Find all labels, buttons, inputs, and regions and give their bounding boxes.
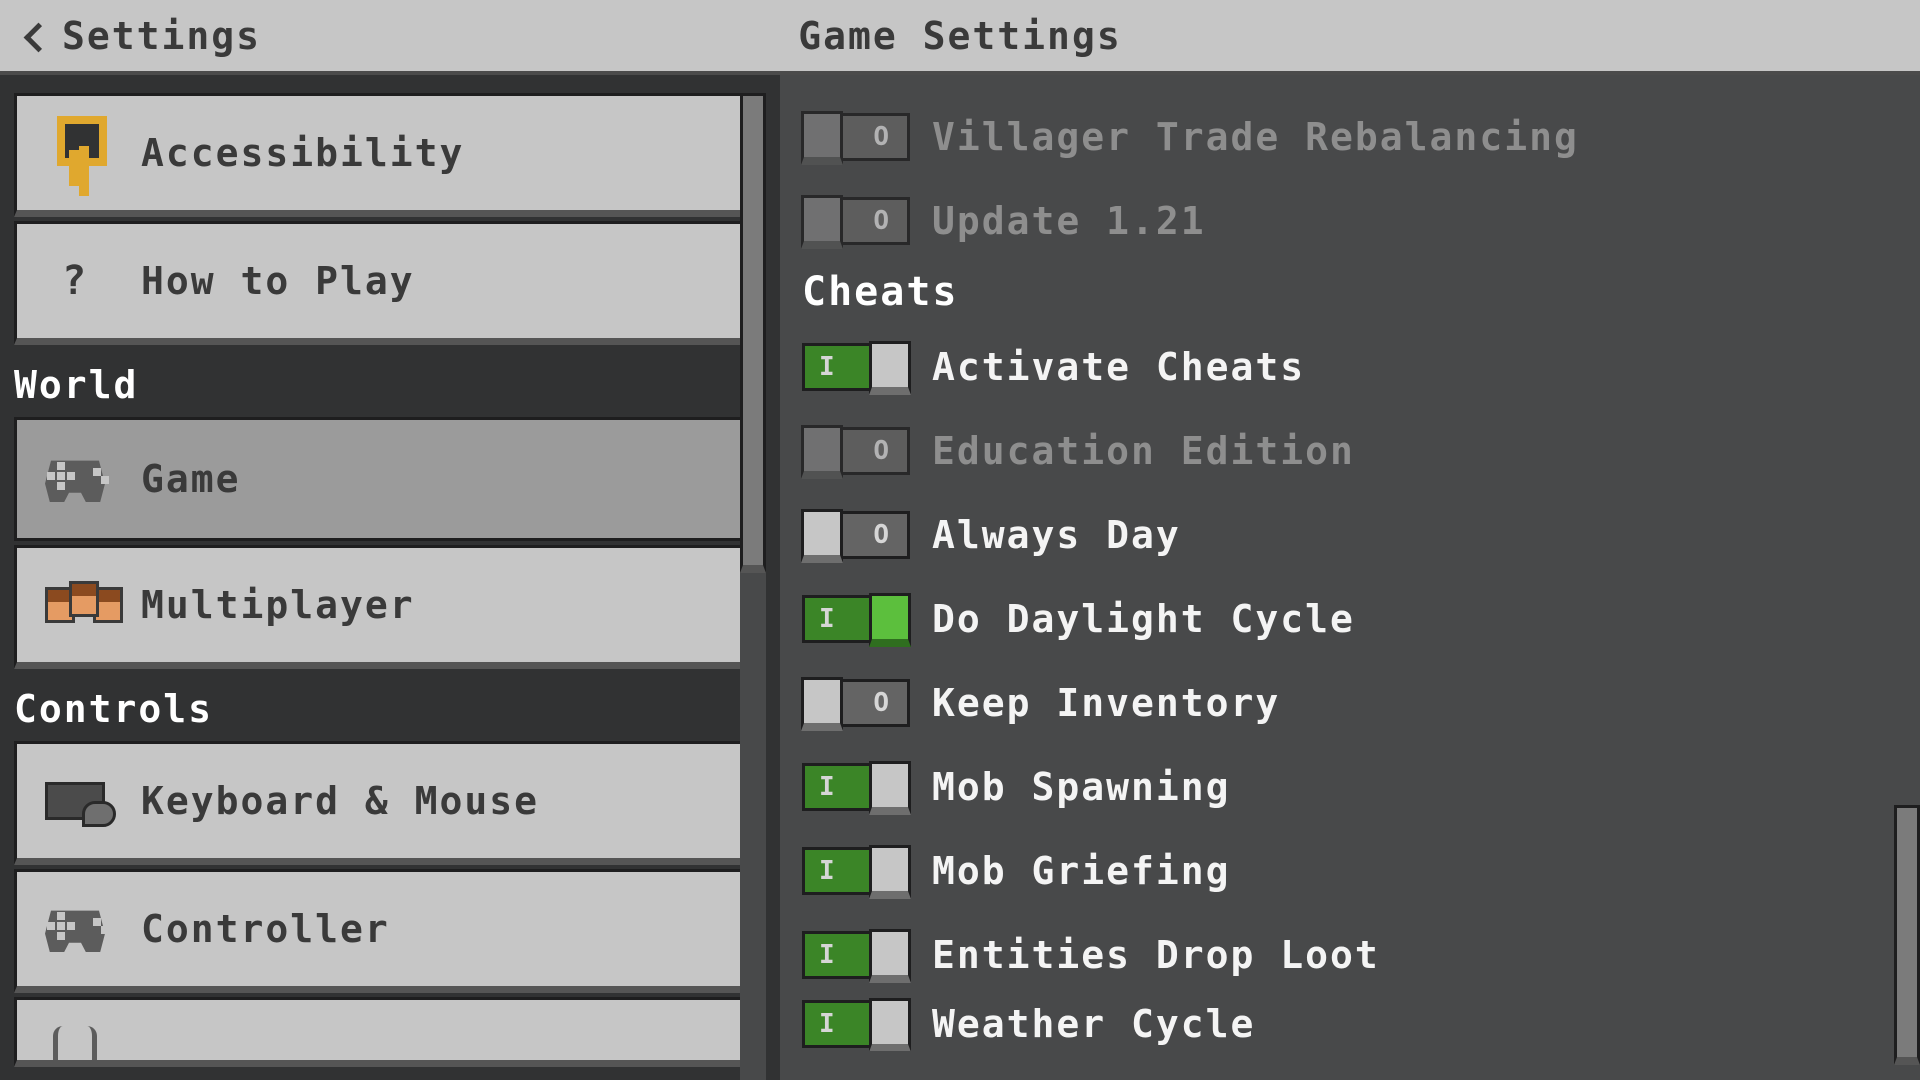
content-scrollbar[interactable]	[1894, 75, 1920, 1080]
toggle-knob	[801, 111, 843, 165]
toggle-on-glyph: I	[819, 772, 837, 802]
row-label: Mob Griefing	[932, 849, 1231, 893]
row-mob-spawning: I Mob Spawning	[802, 745, 1880, 829]
section-title-cheats: Cheats	[802, 269, 1880, 315]
sidebar-item-accessibility[interactable]: Accessibility	[14, 93, 752, 217]
multiplayer-icon	[45, 575, 105, 635]
row-label: Always Day	[932, 513, 1181, 557]
row-label: Keep Inventory	[932, 681, 1280, 725]
gamepad-icon	[45, 449, 105, 509]
row-mob-griefing: I Mob Griefing	[802, 829, 1880, 913]
toggle-on-glyph: I	[819, 352, 837, 382]
row-keep-inventory: O Keep Inventory	[802, 661, 1880, 745]
row-label: Villager Trade Rebalancing	[932, 115, 1579, 159]
header-bar: Settings Game Settings	[0, 0, 1920, 75]
toggle-off-glyph: O	[873, 688, 891, 718]
toggle-on-glyph: I	[819, 856, 837, 886]
toggle-on-glyph: I	[819, 940, 837, 970]
row-label: Activate Cheats	[932, 345, 1305, 389]
sidebar-item-keyboard-mouse[interactable]: Keyboard & Mouse	[14, 741, 752, 865]
sidebar-scrollbar-thumb[interactable]	[740, 93, 766, 573]
toggle-knob	[801, 195, 843, 249]
back-button[interactable]: Settings	[0, 0, 261, 71]
sidebar-category-world: World	[14, 363, 752, 407]
toggle-knob	[801, 425, 843, 479]
row-weather-cycle: I Weather Cycle	[802, 997, 1880, 1051]
toggle-entities-drop-loot[interactable]: I	[802, 931, 910, 979]
sidebar: Accessibility ? How to Play World Game M…	[0, 75, 766, 1080]
row-always-day: O Always Day	[802, 493, 1880, 577]
toggle-knob	[869, 341, 911, 395]
row-activate-cheats: I Activate Cheats	[802, 325, 1880, 409]
toggle-off-glyph: O	[873, 206, 891, 236]
row-label: Entities Drop Loot	[932, 933, 1380, 977]
row-label: Update 1.21	[932, 199, 1206, 243]
row-education-edition: O Education Edition	[802, 409, 1880, 493]
toggle-mob-spawning[interactable]: I	[802, 763, 910, 811]
row-do-daylight-cycle: I Do Daylight Cycle	[802, 577, 1880, 661]
chevron-left-icon	[22, 23, 48, 49]
key-icon	[45, 123, 105, 183]
row-label: Do Daylight Cycle	[932, 597, 1355, 641]
back-label: Settings	[62, 14, 261, 58]
sidebar-item-label: Multiplayer	[141, 583, 415, 627]
toggle-knob	[869, 593, 911, 647]
sidebar-item-label: Accessibility	[141, 131, 464, 175]
toggle-knob	[801, 509, 843, 563]
sidebar-item-controller[interactable]: Controller	[14, 869, 752, 993]
toggle-off-glyph: O	[873, 520, 891, 550]
row-update-121: O Update 1.21	[802, 179, 1880, 263]
sidebar-item-label: Game	[141, 457, 241, 501]
sidebar-item-label: Keyboard & Mouse	[141, 779, 539, 823]
toggle-weather-cycle[interactable]: I	[802, 1000, 910, 1048]
row-villager-trade-rebalancing: O Villager Trade Rebalancing	[802, 95, 1880, 179]
sidebar-item-how-to-play[interactable]: ? How to Play	[14, 221, 752, 345]
toggle-knob	[869, 761, 911, 815]
toggle-activate-cheats[interactable]: I	[802, 343, 910, 391]
row-label: Education Edition	[932, 429, 1355, 473]
toggle-knob	[801, 677, 843, 731]
toggle-on-glyph: I	[819, 1009, 837, 1039]
toggle-mob-griefing[interactable]: I	[802, 847, 910, 895]
toggle-knob	[869, 845, 911, 899]
toggle-knob	[869, 929, 911, 983]
touch-icon	[45, 1016, 105, 1067]
sidebar-item-touch[interactable]	[14, 997, 752, 1067]
toggle-on-glyph: I	[819, 604, 837, 634]
keyboard-mouse-icon	[45, 771, 105, 831]
page-title-wrap: Game Settings	[0, 14, 1920, 58]
page-title: Game Settings	[798, 14, 1121, 58]
sidebar-item-game[interactable]: Game	[14, 417, 752, 541]
main-split: Accessibility ? How to Play World Game M…	[0, 75, 1920, 1080]
toggle-always-day[interactable]: O	[802, 511, 910, 559]
question-icon: ?	[45, 251, 105, 311]
sidebar-item-label: How to Play	[141, 259, 415, 303]
sidebar-item-label: Controller	[141, 907, 390, 951]
content-scrollbar-thumb[interactable]	[1894, 805, 1920, 1065]
toggle-keep-inventory[interactable]: O	[802, 679, 910, 727]
row-label: Mob Spawning	[932, 765, 1231, 809]
toggle-villager-trade-rebalancing[interactable]: O	[802, 113, 910, 161]
row-entities-drop-loot: I Entities Drop Loot	[802, 913, 1880, 997]
content-panel: O Villager Trade Rebalancing O Update 1.…	[766, 75, 1920, 1080]
gamepad-icon	[45, 899, 105, 959]
sidebar-scrollbar[interactable]	[740, 93, 766, 1080]
toggle-education-edition[interactable]: O	[802, 427, 910, 475]
row-label: Weather Cycle	[932, 1002, 1255, 1046]
toggle-do-daylight-cycle[interactable]: I	[802, 595, 910, 643]
toggle-off-glyph: O	[873, 122, 891, 152]
toggle-knob	[869, 998, 911, 1051]
sidebar-item-multiplayer[interactable]: Multiplayer	[14, 545, 752, 669]
sidebar-category-controls: Controls	[14, 687, 752, 731]
toggle-off-glyph: O	[873, 436, 891, 466]
toggle-update-121[interactable]: O	[802, 197, 910, 245]
